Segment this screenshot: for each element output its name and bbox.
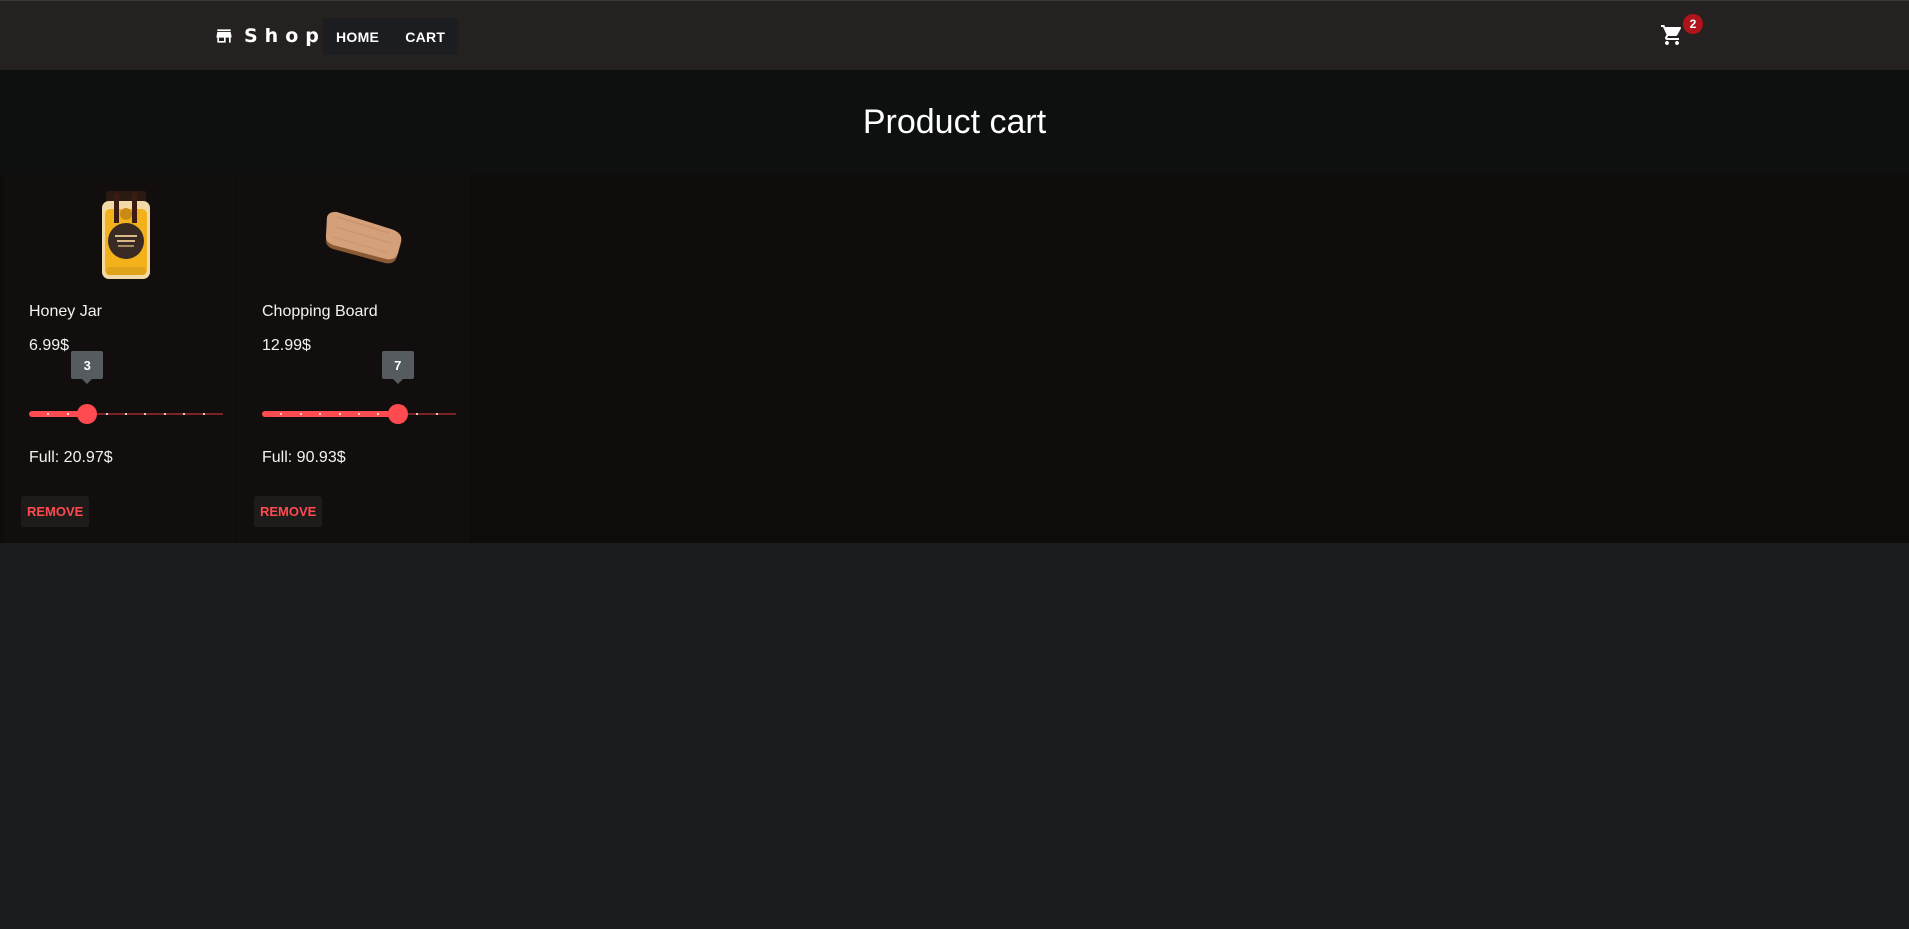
slider-value-label: 7 <box>381 351 414 384</box>
product-full-price: Full: 90.93$ <box>262 449 346 466</box>
quantity-slider[interactable]: 3 <box>29 351 223 429</box>
brand-label: Shop <box>244 25 326 47</box>
slider-step-mark <box>47 413 50 415</box>
slider-step-mark <box>183 413 186 415</box>
store-icon <box>216 29 232 43</box>
product-price: 12.99$ <box>262 337 311 354</box>
slider-step-mark <box>435 413 438 415</box>
slider-thumb[interactable] <box>387 404 408 424</box>
slider-step-mark <box>66 413 69 415</box>
slider-thumb[interactable] <box>77 404 98 424</box>
product-full-price: Full: 20.97$ <box>29 449 113 466</box>
quantity-slider[interactable]: 7 <box>262 351 456 429</box>
slider-step-mark <box>125 413 127 415</box>
page-title: Product cart <box>0 70 1909 175</box>
slider-step-mark <box>416 413 419 415</box>
slider-step-mark <box>105 413 108 415</box>
slider-step-mark <box>377 413 380 415</box>
product-name: Chopping Board <box>262 303 378 320</box>
remove-button[interactable]: REMOVE <box>21 496 90 527</box>
brand[interactable]: Shop <box>214 23 326 49</box>
cart-count-badge: 2 <box>1683 14 1703 34</box>
cart-item-card: Honey Jar 6.99$ 3 Full: 20.97$ REMOVE <box>4 175 236 543</box>
slider-step-mark <box>358 413 360 415</box>
top-app-bar: Shop HOME CART 2 <box>0 0 1909 70</box>
nav-cart-button[interactable]: CART <box>392 18 458 55</box>
slider-step-mark <box>163 413 166 415</box>
honey-jar-image <box>102 191 150 279</box>
slider-step-mark <box>319 413 322 415</box>
cart-items-area: Honey Jar 6.99$ 3 Full: 20.97$ REMOVE Ch… <box>0 175 1909 543</box>
slider-value-label: 3 <box>71 351 104 384</box>
main-nav: HOME CART <box>323 18 459 55</box>
shopping-cart-icon <box>1661 25 1682 45</box>
product-name: Honey Jar <box>29 303 102 320</box>
slider-step-mark <box>299 413 302 415</box>
slider-step-mark <box>338 413 341 415</box>
cart-button[interactable] <box>1660 23 1684 47</box>
slider-step-mark <box>202 413 205 415</box>
cart-item-card: Chopping Board 12.99$ 7 Full: 90.93$ REM… <box>237 175 469 543</box>
chopping-board-image <box>325 211 402 264</box>
product-price: 6.99$ <box>29 337 70 354</box>
slider-step-mark <box>280 413 283 415</box>
remove-button[interactable]: REMOVE <box>254 496 323 527</box>
nav-home-button[interactable]: HOME <box>323 18 392 55</box>
slider-step-mark <box>144 413 147 415</box>
